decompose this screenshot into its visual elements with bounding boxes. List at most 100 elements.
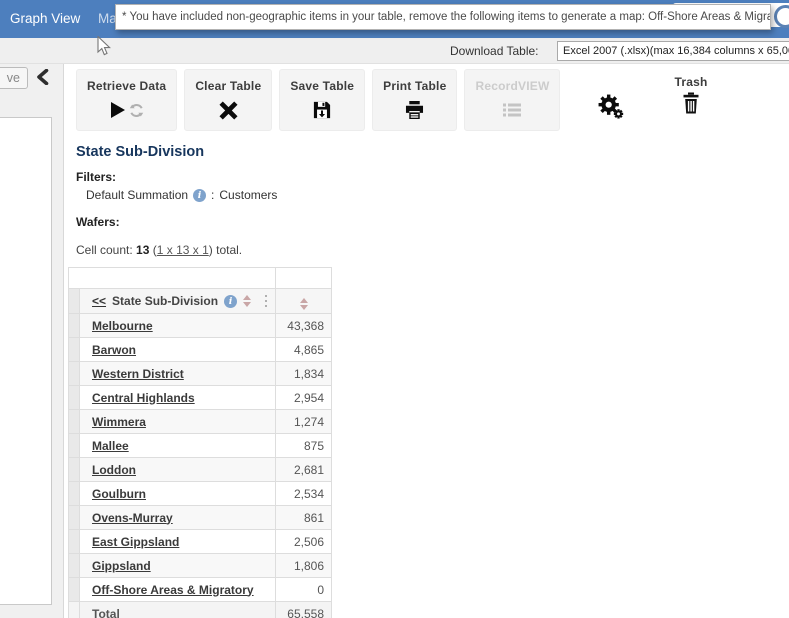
row-value: 1,806 [276, 554, 332, 578]
table-row: Western District 1,834 [69, 362, 332, 386]
row-gutter [69, 410, 80, 434]
row-value: 2,506 [276, 530, 332, 554]
filter-separator: : [211, 188, 214, 202]
table-row: East Gippsland 2,506 [69, 530, 332, 554]
save-icon [313, 98, 331, 122]
download-format-select[interactable]: Excel 2007 (.xlsx)(max 16,384 columns x … [557, 41, 789, 61]
row-label-link[interactable]: Mallee [92, 439, 129, 453]
empty-header-cell [69, 268, 276, 289]
download-table-label: Download Table: [450, 44, 539, 58]
info-icon[interactable] [224, 295, 237, 308]
sidebar-panel [0, 117, 52, 605]
row-value: 2,954 [276, 386, 332, 410]
print-table-button[interactable]: Print Table [372, 69, 457, 131]
empty-header-cell [276, 268, 332, 289]
row-value: 2,534 [276, 482, 332, 506]
table-total-row: Total 65,558 [69, 602, 332, 618]
play-refresh-icon [109, 98, 144, 122]
row-gutter [69, 554, 80, 578]
row-gutter [69, 314, 80, 338]
table-row: Gippsland 1,806 [69, 554, 332, 578]
cell-count-suffix: total. [216, 243, 242, 257]
row-label-link[interactable]: Western District [92, 367, 184, 381]
filter-row: Default Summation : Customers [86, 188, 789, 202]
download-bar: Download Table: Excel 2007 (.xlsx)(max 1… [0, 38, 789, 64]
table-row: Goulburn 2,534 [69, 482, 332, 506]
row-value: 2,681 [276, 458, 332, 482]
row-gutter [69, 482, 80, 506]
recordview-button: RecordVIEW [464, 69, 560, 131]
cell-count-label: Cell count: [76, 243, 133, 257]
clear-table-button[interactable]: Clear Table [184, 69, 272, 131]
trash-button[interactable]: Trash [674, 75, 707, 119]
wafers-label: Wafers: [76, 215, 789, 229]
collapse-column-link[interactable]: << [92, 294, 106, 308]
filters-label: Filters: [76, 170, 789, 184]
clear-x-icon [219, 98, 238, 122]
retrieve-data-button[interactable]: Retrieve Data [76, 69, 177, 131]
row-label-link[interactable]: Gippsland [92, 559, 151, 573]
cell-count-value: 13 [136, 243, 149, 257]
row-gutter [69, 338, 80, 362]
column-menu-icon[interactable] [265, 295, 268, 308]
mouse-cursor [97, 36, 112, 62]
cell-count-link[interactable]: 1 x 13 x 1 [157, 243, 209, 257]
partial-sidebar-button[interactable]: ve [0, 67, 28, 89]
row-label-link[interactable]: Central Highlands [92, 391, 195, 405]
row-label-link[interactable]: Ovens-Murray [92, 511, 173, 525]
row-gutter [69, 506, 80, 530]
row-label-link[interactable]: Loddon [92, 463, 136, 477]
page: Graph View Map View * You have included … [0, 0, 789, 618]
value-column-header [276, 289, 332, 314]
filter-value: Customers [219, 188, 277, 202]
row-gutter [69, 458, 80, 482]
row-label-link[interactable]: East Gippsland [92, 535, 179, 549]
row-gutter [69, 434, 80, 458]
row-gutter [69, 602, 80, 618]
row-value: 4,865 [276, 338, 332, 362]
row-gutter [69, 530, 80, 554]
save-table-button[interactable]: Save Table [279, 69, 365, 131]
toolbar: Retrieve Data Clear Table [64, 64, 789, 131]
printer-icon [405, 98, 424, 122]
page-title: State Sub-Division [76, 144, 789, 160]
row-gutter [69, 289, 80, 314]
row-value: 1,834 [276, 362, 332, 386]
table-header-row: << State Sub-Division [69, 289, 332, 314]
table-row: Barwon 4,865 [69, 338, 332, 362]
row-gutter [69, 578, 80, 602]
row-value: 0 [276, 578, 332, 602]
sort-icon[interactable] [243, 295, 251, 307]
table-row: Ovens-Murray 861 [69, 506, 332, 530]
total-value: 65,558 [276, 602, 332, 618]
filter-name: Default Summation [86, 188, 188, 202]
column-header-label: State Sub-Division [112, 294, 218, 308]
row-gutter [69, 386, 80, 410]
table-row: Mallee875 [69, 434, 332, 458]
info-icon[interactable] [193, 189, 206, 202]
table-row: Central Highlands 2,954 [69, 386, 332, 410]
table-row: Melbourne 43,368 [69, 314, 332, 338]
settings-button[interactable] [597, 93, 624, 125]
row-label-link[interactable]: Goulburn [92, 487, 146, 501]
table-row: Wimmera 1,274 [69, 410, 332, 434]
tab-graph-view[interactable]: Graph View [10, 11, 80, 26]
total-label: Total [80, 602, 276, 618]
table-row: Off-Shore Areas & Migratory 0 [69, 578, 332, 602]
chevron-left-icon [36, 72, 49, 89]
row-label-link[interactable]: Wimmera [92, 415, 146, 429]
sort-icon[interactable] [300, 298, 308, 310]
cell-count-line: Cell count: 13 (1 x 13 x 1) total. [76, 243, 789, 257]
row-label-link[interactable]: Barwon [92, 343, 136, 357]
gear-icon [597, 107, 624, 124]
row-value: 861 [276, 506, 332, 530]
table-top-row [69, 268, 332, 289]
data-table: << State Sub-Division Melbourne43,368Bar… [68, 267, 332, 618]
collapse-panel-button[interactable] [36, 69, 49, 90]
row-value: 1,274 [276, 410, 332, 434]
table-row: Loddon 2,681 [69, 458, 332, 482]
trash-icon [681, 92, 701, 119]
row-value: 43,368 [276, 314, 332, 338]
row-label-link[interactable]: Off-Shore Areas & Migratory [92, 583, 254, 597]
row-label-link[interactable]: Melbourne [92, 319, 153, 333]
